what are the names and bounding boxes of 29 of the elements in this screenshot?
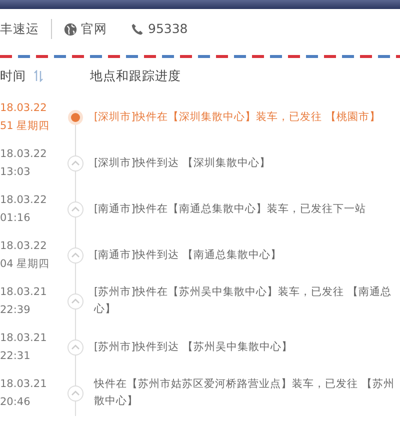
event-date: 18.03.22	[0, 101, 48, 116]
company-name: 丰速运	[0, 20, 39, 38]
event-date: 18.03.22	[0, 193, 48, 208]
event-description: [苏州市]快件到达 【苏州吴中集散中心】	[93, 340, 293, 354]
phone-icon	[131, 22, 144, 36]
sort-icon[interactable]	[34, 70, 43, 82]
event-description: [苏州市]快件在【苏州吴中集散中心】装车，已发往 【南通总 心】	[92, 285, 392, 317]
event-description: [深圳市]快件到达 【深圳集散中心】	[93, 156, 271, 170]
event-date: 18.03.21	[0, 331, 48, 346]
event-description: [深圳市]快件在【深圳集散中心】装车，已发往 【桃園市】	[93, 110, 381, 124]
event-time: 22:39	[0, 303, 32, 318]
phone-number: 95338	[148, 20, 188, 38]
event-date: 18.03.22	[0, 239, 48, 254]
event-description: [南通市]快件在【南通总集散中心】装车，已发往下一站	[93, 202, 366, 216]
event-date: 18.03.21	[0, 285, 48, 300]
event-time: 51 星期四	[0, 119, 51, 134]
globe-icon	[64, 22, 77, 36]
event-date: 18.03.21	[0, 377, 48, 392]
event-time: 04 星期四	[0, 257, 51, 272]
event-description: [南通市]快件到达 【南通总集散中心】	[93, 248, 282, 262]
event-date: 18.03.22	[0, 147, 48, 162]
event-time: 01:16	[0, 211, 32, 226]
event-description: 快件在【苏州市姑苏区爱河桥路营业点】装车，已发往 【苏州 散中心】	[92, 377, 394, 409]
event-time: 22:31	[0, 349, 32, 364]
website-link[interactable]: 官网	[64, 20, 107, 38]
event-time: 13:03	[0, 165, 32, 180]
column-header: 时间	[0, 66, 26, 85]
column-header: 地点和跟踪进度	[90, 66, 181, 85]
event-time: 20:46	[0, 395, 32, 410]
